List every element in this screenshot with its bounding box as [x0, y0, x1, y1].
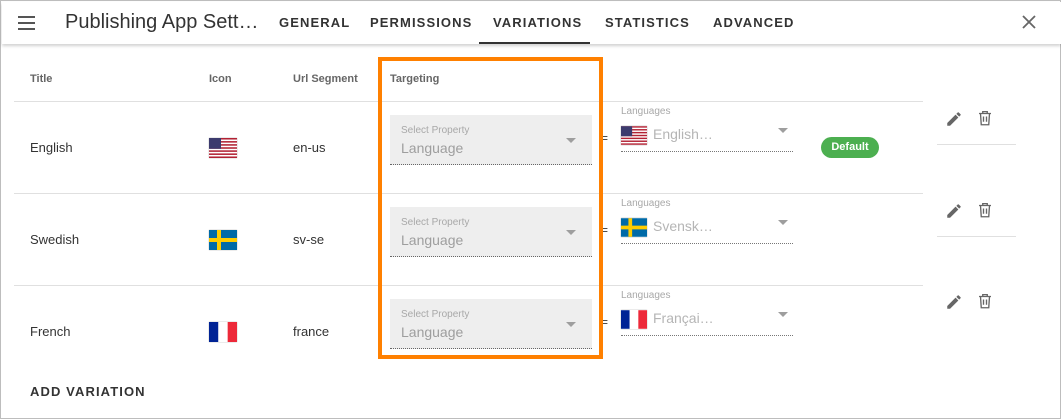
- tab-general[interactable]: GENERAL: [279, 15, 350, 30]
- caret-down-icon[interactable]: [778, 220, 788, 225]
- caret-down-icon: [566, 322, 576, 327]
- france-flag-icon: [209, 322, 237, 342]
- column-header-icon: Icon: [209, 73, 232, 85]
- add-variation-button[interactable]: ADD VARIATION: [30, 384, 146, 399]
- default-badge: Default: [821, 137, 879, 158]
- us-flag-icon: [209, 138, 237, 158]
- trash-icon[interactable]: [976, 292, 994, 310]
- actions-divider: [937, 236, 1016, 237]
- tab-advanced[interactable]: ADVANCED: [713, 15, 795, 30]
- row-divider: [14, 285, 923, 286]
- languages-label: Languages: [621, 106, 671, 117]
- tab-permissions[interactable]: PERMISSIONS: [370, 15, 472, 30]
- languages-label: Languages: [621, 198, 671, 209]
- close-icon[interactable]: [1020, 13, 1038, 31]
- trash-icon[interactable]: [976, 201, 994, 219]
- app-title: Publishing App Sett…: [65, 11, 259, 33]
- column-header-title: Title: [30, 73, 53, 85]
- url-segment: en-us: [293, 140, 326, 155]
- top-bar: Publishing App Sett… GENERAL PERMISSIONS…: [2, 2, 1061, 44]
- select-property-value: Language: [401, 232, 464, 248]
- row-divider: [14, 193, 923, 194]
- url-segment: sv-se: [293, 232, 325, 247]
- languages-value[interactable]: Françai…: [653, 310, 714, 326]
- us-flag-icon: [621, 126, 647, 145]
- hamburger-menu-icon[interactable]: [17, 14, 37, 32]
- languages-label: Languages: [621, 290, 671, 301]
- select-property-value: Language: [401, 324, 464, 340]
- select-property-label: Select Property: [401, 125, 470, 136]
- pencil-icon[interactable]: [945, 110, 963, 128]
- equals-operator: =: [601, 131, 609, 145]
- select-property-label: Select Property: [401, 309, 470, 320]
- actions-divider: [937, 144, 1016, 145]
- url-segment: france: [293, 324, 330, 339]
- languages-value[interactable]: English…: [653, 126, 713, 142]
- tab-variations[interactable]: VARIATIONS: [493, 15, 582, 30]
- variation-title: French: [30, 324, 71, 339]
- row-divider: [14, 101, 923, 102]
- sweden-flag-icon: [621, 218, 647, 237]
- equals-operator: =: [601, 223, 609, 237]
- select-property-dropdown[interactable]: Select Property Language: [390, 115, 592, 165]
- languages-field-underline: [621, 335, 793, 336]
- pencil-icon[interactable]: [945, 293, 963, 311]
- pencil-icon[interactable]: [945, 202, 963, 220]
- equals-operator: =: [601, 315, 609, 329]
- select-property-dropdown[interactable]: Select Property Language: [390, 207, 592, 257]
- tab-statistics[interactable]: STATISTICS: [605, 15, 690, 30]
- variation-title: Swedish: [30, 232, 80, 247]
- sweden-flag-icon: [209, 230, 237, 250]
- caret-down-icon: [566, 230, 576, 235]
- settings-dialog: Publishing App Sett… GENERAL PERMISSIONS…: [0, 0, 1061, 419]
- select-property-dropdown[interactable]: Select Property Language: [390, 299, 592, 349]
- caret-down-icon[interactable]: [778, 312, 788, 317]
- active-tab-indicator: [479, 42, 590, 44]
- column-header-url-segment: Url Segment: [293, 73, 358, 85]
- column-header-targeting: Targeting: [390, 73, 440, 85]
- variation-title: English: [30, 140, 73, 155]
- languages-value[interactable]: Svensk…: [653, 218, 713, 234]
- select-property-value: Language: [401, 140, 464, 156]
- trash-icon[interactable]: [976, 109, 994, 127]
- languages-field-underline: [621, 151, 793, 152]
- select-property-label: Select Property: [401, 217, 470, 228]
- caret-down-icon[interactable]: [778, 128, 788, 133]
- languages-field-underline: [621, 243, 793, 244]
- france-flag-icon: [621, 310, 647, 329]
- caret-down-icon: [566, 138, 576, 143]
